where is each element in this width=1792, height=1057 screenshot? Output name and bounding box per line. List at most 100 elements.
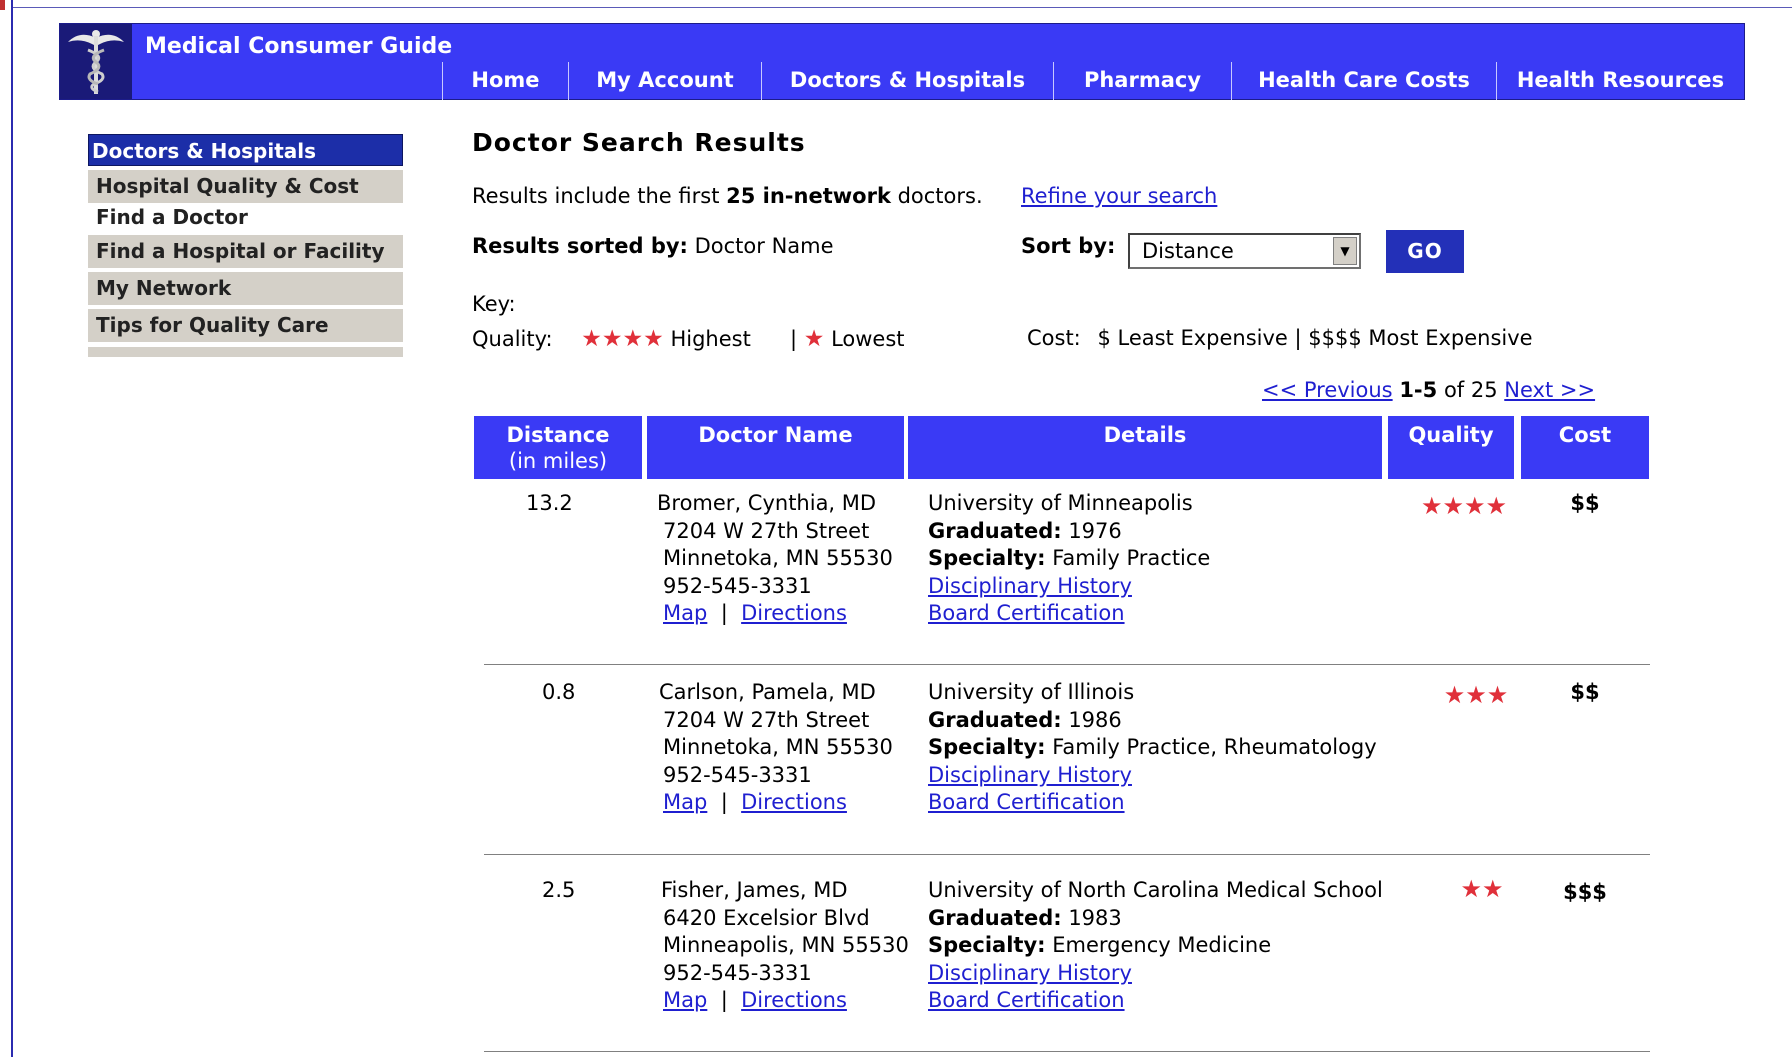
- page-range: 1-5: [1399, 378, 1438, 402]
- graduated: Graduated: 1976: [928, 518, 1210, 546]
- row-2-cost: $$: [1570, 680, 1600, 704]
- doctor-address-2: Minnetoka, MN 55530: [663, 546, 893, 570]
- specialty: Specialty: Family Practice, Rheumatology: [928, 734, 1377, 762]
- doctor-links: Map | Directions: [659, 789, 893, 817]
- row-1-doctor: Bromer, Cynthia, MD 7204 W 27th Street M…: [657, 490, 893, 628]
- sidebar-item-hospital-quality-cost[interactable]: Hospital Quality & Cost: [88, 170, 403, 203]
- sort-select[interactable]: Distance ▼: [1128, 233, 1361, 269]
- board-certification-link[interactable]: Board Certification: [928, 789, 1377, 817]
- row-1-distance: 13.2: [526, 491, 573, 515]
- disciplinary-history-link[interactable]: Disciplinary History: [928, 762, 1377, 790]
- go-button[interactable]: GO: [1386, 230, 1464, 273]
- graduated-year: 1986: [1061, 707, 1122, 732]
- specialty-label: Specialty:: [928, 546, 1046, 570]
- previous-page-link[interactable]: << Previous: [1262, 378, 1393, 402]
- nav-doctors-hospitals[interactable]: Doctors & Hospitals: [761, 62, 1053, 100]
- nav-health-resources[interactable]: Health Resources: [1496, 62, 1744, 100]
- sorted-by: Results sorted by: Doctor Name: [472, 234, 834, 258]
- disciplinary-history-link[interactable]: Disciplinary History: [928, 960, 1383, 988]
- nav-my-account[interactable]: My Account: [568, 62, 761, 100]
- doctor-address-1: 7204 W 27th Street: [663, 518, 870, 543]
- map-link[interactable]: Map: [663, 790, 707, 814]
- disciplinary-history-link[interactable]: Disciplinary History: [928, 573, 1210, 601]
- quality-key-high: Highest: [663, 327, 751, 351]
- sidebar-item-my-network[interactable]: My Network: [88, 272, 403, 305]
- page-total: of 25: [1437, 378, 1505, 402]
- nav-home[interactable]: Home: [442, 62, 568, 100]
- row-2-doctor: Carlson, Pamela, MD 7204 W 27th Street M…: [659, 679, 893, 817]
- board-certification-link[interactable]: Board Certification: [928, 987, 1383, 1015]
- specialty-value: Family Practice, Rheumatology: [1045, 735, 1377, 759]
- one-star-icon: ★: [803, 326, 825, 352]
- doctor-address-1: 7204 W 27th Street: [663, 707, 870, 732]
- caduceus-logo-icon: [60, 24, 132, 99]
- doctor-address-2: Minneapolis, MN 55530: [663, 933, 909, 957]
- window-corner: [0, 0, 5, 10]
- main-nav: Home My Account Doctors & Hospitals Phar…: [442, 62, 1744, 100]
- nav-pharmacy[interactable]: Pharmacy: [1053, 62, 1231, 100]
- col-header-quality[interactable]: Quality: [1388, 416, 1514, 479]
- graduated-label: Graduated:: [928, 707, 1062, 732]
- directions-link[interactable]: Directions: [741, 790, 847, 814]
- row-2-details: University of Illinois Graduated: 1986 S…: [928, 679, 1377, 817]
- specialty-label: Specialty:: [928, 933, 1046, 957]
- intro-suffix: doctors.: [890, 184, 983, 208]
- four-star-icon: ★★★★: [581, 326, 664, 352]
- school: University of Illinois: [928, 680, 1135, 704]
- doctor-links: Map | Directions: [657, 600, 893, 628]
- graduated-label: Graduated:: [928, 518, 1062, 543]
- doctor-address-1: 6420 Excelsior Blvd: [663, 905, 870, 930]
- doctor-links: Map | Directions: [661, 987, 909, 1015]
- directions-link[interactable]: Directions: [741, 988, 847, 1012]
- specialty: Specialty: Family Practice: [928, 545, 1210, 573]
- doctor-phone: 952-545-3331: [663, 960, 812, 985]
- intro-prefix: Results include the first: [472, 184, 727, 208]
- specialty: Specialty: Emergency Medicine: [928, 932, 1383, 960]
- sorted-by-label: Results sorted by:: [472, 234, 688, 258]
- specialty-value: Emergency Medicine: [1045, 933, 1272, 957]
- graduated: Graduated: 1986: [928, 707, 1377, 735]
- map-link[interactable]: Map: [663, 988, 707, 1012]
- pagination: << Previous 1-5 of 25 Next >>: [1262, 378, 1595, 402]
- key-label: Key:: [472, 292, 516, 316]
- row-3-cost: $$$: [1563, 880, 1607, 904]
- quality-key-separator: |: [790, 327, 798, 351]
- link-separator: |: [720, 988, 728, 1012]
- doctor-name: Carlson, Pamela, MD: [659, 680, 876, 704]
- row-divider: [484, 664, 1650, 665]
- map-link[interactable]: Map: [663, 601, 707, 625]
- nav-health-care-costs[interactable]: Health Care Costs: [1231, 62, 1496, 100]
- directions-link[interactable]: Directions: [741, 601, 847, 625]
- sidebar-item-find-hospital-facility[interactable]: Find a Hospital or Facility: [88, 235, 403, 268]
- col-header-distance[interactable]: Distance (in miles): [474, 416, 642, 479]
- specialty-value: Family Practice: [1045, 546, 1211, 570]
- row-1-details: University of Minneapolis Graduated: 197…: [928, 490, 1210, 628]
- doctor-phone: 952-545-3331: [663, 573, 812, 598]
- row-1-quality-stars: ★★★★: [1420, 492, 1508, 520]
- row-1-cost: $$: [1570, 491, 1600, 515]
- row-divider: [484, 1051, 1650, 1052]
- col-header-details[interactable]: Details: [908, 416, 1382, 479]
- cost-key-text: $ Least Expensive | $$$$ Most Expensive: [1097, 326, 1533, 350]
- site-title[interactable]: Medical Consumer Guide: [145, 34, 452, 59]
- col-header-cost[interactable]: Cost: [1521, 416, 1649, 479]
- doctor-phone: 952-545-3331: [663, 762, 812, 787]
- quality-key-low: Lowest: [824, 327, 905, 351]
- school: University of North Carolina Medical Sch…: [928, 878, 1383, 902]
- refine-search-link[interactable]: Refine your search: [1021, 184, 1217, 208]
- next-page-link[interactable]: Next >>: [1504, 378, 1595, 402]
- window-border-top: [13, 7, 1792, 8]
- row-2-distance: 0.8: [542, 680, 576, 704]
- chevron-down-icon[interactable]: ▼: [1333, 237, 1357, 265]
- graduated-label: Graduated:: [928, 905, 1062, 930]
- link-separator: |: [720, 601, 728, 625]
- col-header-doctor-name[interactable]: Doctor Name: [647, 416, 904, 479]
- sidebar-heading[interactable]: Doctors & Hospitals: [88, 134, 403, 166]
- sidebar-item-find-a-doctor[interactable]: Find a Doctor: [88, 203, 403, 231]
- quality-key-label: Quality:: [472, 327, 553, 351]
- board-certification-link[interactable]: Board Certification: [928, 600, 1210, 628]
- sidebar-item-tips-quality-care[interactable]: Tips for Quality Care: [88, 309, 403, 342]
- row-divider: [484, 854, 1650, 855]
- link-separator: |: [720, 790, 728, 814]
- quality-key-low-group: | ★ Lowest: [790, 326, 905, 352]
